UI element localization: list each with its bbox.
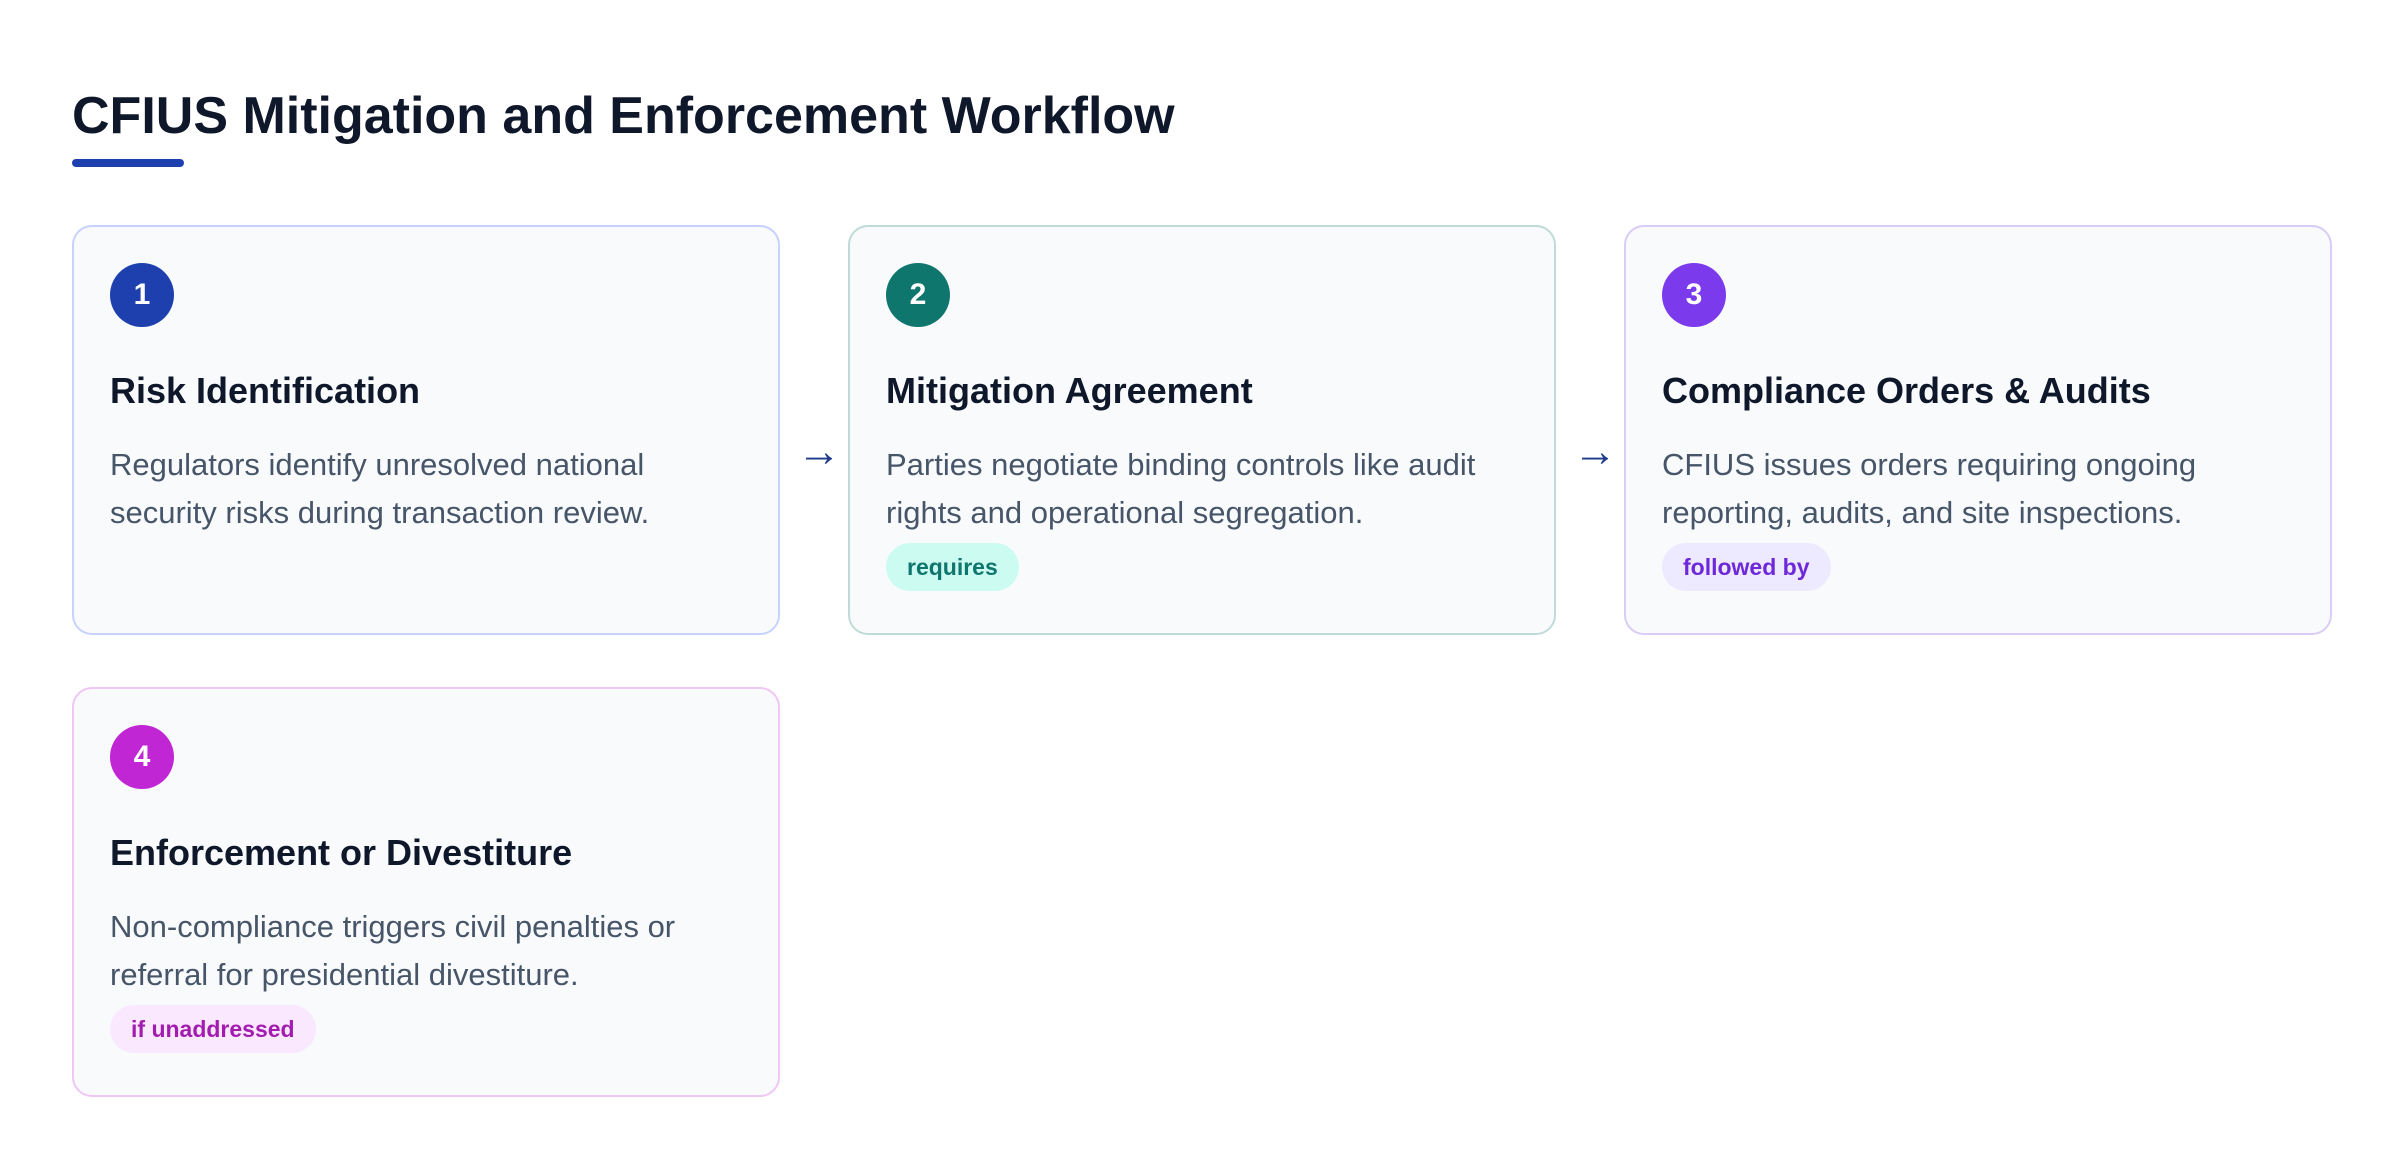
- step-card-mitigation-agreement: 2 Mitigation Agreement Parties negotiate…: [848, 225, 1556, 635]
- step-card-compliance-orders-audits: 3 Compliance Orders & Audits CFIUS issue…: [1624, 225, 2332, 635]
- step-relation-tag: if unaddressed: [110, 1005, 316, 1053]
- step-title: Compliance Orders & Audits: [1662, 370, 2151, 411]
- step-description: Parties negotiate binding controls like …: [886, 447, 1476, 530]
- step-relation-tag: requires: [886, 543, 1019, 591]
- step-card-risk-identification: 1 Risk Identification Regulators identif…: [72, 225, 780, 635]
- step-description: Regulators identify unresolved national …: [110, 447, 650, 530]
- page-title: CFIUS Mitigation and Enforcement Workflo…: [72, 87, 1175, 145]
- step-description: Non-compliance triggers civil penalties …: [110, 909, 676, 992]
- step-relation-tag: followed by: [1662, 543, 1831, 591]
- step-title: Mitigation Agreement: [886, 370, 1253, 411]
- step-number-badge: 4: [110, 725, 174, 789]
- step-description: CFIUS issues orders requiring ongoing re…: [1662, 447, 2197, 530]
- step-number-badge: 3: [1662, 263, 1726, 327]
- flow-arrow-icon: →: [797, 427, 841, 476]
- step-title: Enforcement or Divestiture: [110, 832, 573, 873]
- step-card-enforcement-divestiture: 4 Enforcement or Divestiture Non-complia…: [72, 687, 780, 1097]
- title-underline: [72, 159, 184, 167]
- step-title: Risk Identification: [110, 370, 421, 411]
- flow-arrow-icon: →: [1573, 427, 1617, 476]
- step-number-badge: 2: [886, 263, 950, 327]
- step-number-badge: 1: [110, 263, 174, 327]
